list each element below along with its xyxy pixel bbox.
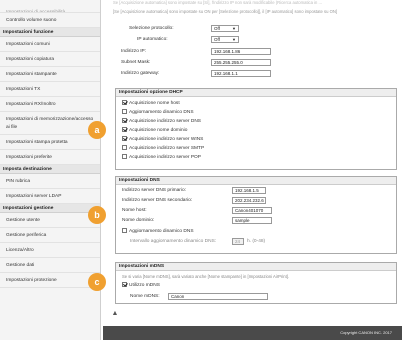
subnet-label: Subnet Mask: <box>121 60 151 65</box>
mdns-name-label: Nome mDNS: <box>130 294 160 299</box>
dhcp-title: Impostazioni opzione DHCP <box>116 89 396 97</box>
sidebar-item-pin[interactable]: PIN rubrica <box>0 174 100 189</box>
copyright: Copyright CANON INC. 2017 <box>340 330 392 335</box>
callout-badge-b: b <box>88 206 106 224</box>
dhcp-opt-smtp[interactable]: Acquisizione indirizzo server SMTP <box>122 145 204 152</box>
mdns-settings-panel: Impostazioni mDNS Se si varia [Nome mDNS… <box>115 262 397 304</box>
mdns-use[interactable]: Utilizzo mDNS <box>122 282 160 289</box>
sidebar-item-accessibility-cut[interactable]: Impostazioni di accessibilità <box>0 0 100 13</box>
sidebar-item-license[interactable]: Licenza/Altro <box>0 243 100 258</box>
dhcp-opt-hostname[interactable]: Acquisizione nome host <box>122 100 180 107</box>
dhcp-opt-dns-server[interactable]: Acquisizione indirizzo server DNS <box>122 118 201 125</box>
checkbox[interactable] <box>122 228 127 233</box>
dhcp-opt-domain[interactable]: Acquisizione nome dominio <box>122 127 187 134</box>
mdns-use-label: Utilizzo mDNS <box>129 283 160 288</box>
checkbox[interactable] <box>122 136 127 141</box>
ip-field[interactable]: 192.168.1.86 <box>211 48 271 55</box>
sidebar-item-copy[interactable]: Impostazioni copiatura <box>0 52 100 67</box>
sidebar: Impostazioni di accessibilità Controllo … <box>0 0 101 340</box>
sidebar-item-tx[interactable]: Impostazioni TX <box>0 82 100 97</box>
dns-host-field[interactable]: Canon401070 <box>232 207 272 214</box>
sidebar-item-common[interactable]: Impostazioni comuni <box>0 37 100 52</box>
sidebar-item-volume[interactable]: Controllo volume suono <box>0 13 100 28</box>
sidebar-section-functions: Impostazioni funzione <box>0 28 100 37</box>
main-panel: Se [Acquisizione automatica] sono impost… <box>88 0 402 340</box>
dhcp-opt-label: Acquisizione indirizzo server POP <box>129 155 201 160</box>
chevron-down-icon: ▼ <box>232 26 236 31</box>
top-note-line-2: [Se [Acquisizione automatica] sono impos… <box>113 9 338 14</box>
checkbox[interactable] <box>122 100 127 105</box>
checkbox[interactable] <box>122 145 127 150</box>
sidebar-item-favorites[interactable]: Impostazioni preferite <box>0 150 100 165</box>
sidebar-item-printer[interactable]: Impostazioni stampante <box>0 67 100 82</box>
sidebar-item-secure-print[interactable]: Impostazioni stampa protetta <box>0 135 100 150</box>
sidebar-item-data-mgmt[interactable]: Gestione dati <box>0 258 100 273</box>
checkbox[interactable] <box>122 154 127 159</box>
dhcp-opt-dyn-dns[interactable]: Aggiornamento dinamico DNS <box>122 109 194 116</box>
dns-interval-field[interactable]: 24 <box>232 238 244 245</box>
dns-host-label: Nome host: <box>122 208 147 213</box>
dhcp-opt-label: Acquisizione indirizzo server DNS <box>129 119 201 124</box>
dhcp-opt-wins[interactable]: Acquisizione indirizzo server WINS <box>122 136 203 143</box>
dns-primary-label: Indirizzo server DNS primario: <box>122 188 186 193</box>
checkbox[interactable] <box>122 109 127 114</box>
dns-domain-field[interactable]: sample <box>232 217 272 224</box>
protocol-label: Selezione protocollo: <box>129 26 174 31</box>
callout-badge-a: a <box>88 121 106 139</box>
checkbox[interactable] <box>122 118 127 123</box>
top-note-line-1: Se [Acquisizione automatica] sono impost… <box>113 0 323 5</box>
callout-badge-c: c <box>88 273 106 291</box>
dhcp-opt-label: Acquisizione nome host <box>129 101 180 106</box>
mdns-note: Se si varia [Nome mDNS], sarà variato an… <box>122 274 290 279</box>
dns-interval-label: Intervallo aggiornamento dinamico DNS: <box>130 239 217 244</box>
dns-secondary-field[interactable]: 202.234.232.6 <box>232 197 266 204</box>
dhcp-opt-pop[interactable]: Acquisizione indirizzo server POP <box>122 154 201 161</box>
mdns-title: Impostazioni mDNS <box>116 263 396 271</box>
sidebar-item-user-mgmt[interactable]: Gestione utente <box>0 213 100 228</box>
protocol-select[interactable]: Off ▼ <box>211 25 239 32</box>
subnet-field[interactable]: 255.255.255.0 <box>211 59 271 66</box>
dns-title: Impostazioni DNS <box>116 177 396 185</box>
auto-ip-select[interactable]: Off ▼ <box>211 36 239 43</box>
scroll-to-top-icon[interactable]: ▲ <box>111 310 119 318</box>
sidebar-section-destination: Imposta destinazione <box>0 165 100 174</box>
ip-label: Indirizzo IP: <box>121 49 147 54</box>
sidebar-item-ldap[interactable]: Impostazioni server LDAP <box>0 189 100 204</box>
dhcp-opt-label: Acquisizione indirizzo server WINS <box>129 137 204 142</box>
dns-domain-label: Nome dominio: <box>122 218 155 223</box>
sidebar-section-management: Impostazioni gestione <box>0 204 100 213</box>
dns-secondary-label: Indirizzo server DNS secondario: <box>122 198 193 203</box>
top-note: Se [Acquisizione automatica] sono impost… <box>113 0 393 14</box>
footer: Copyright CANON INC. 2017 <box>103 326 402 340</box>
chevron-down-icon: ▼ <box>232 37 236 42</box>
dns-settings-panel: Impostazioni DNS Indirizzo server DNS pr… <box>115 176 397 254</box>
auto-ip-value: Off <box>214 37 220 42</box>
checkbox[interactable] <box>122 127 127 132</box>
protocol-value: Off <box>214 26 220 31</box>
sidebar-item-rx[interactable]: Impostazioni RX/Inoltro <box>0 97 100 112</box>
dhcp-opt-label: Acquisizione indirizzo server SMTP <box>129 146 205 151</box>
dns-interval-unit: h. (0-48) <box>247 239 266 244</box>
dns-dynamic-label: Aggiornamento dinamico DNS <box>129 229 194 234</box>
gateway-field[interactable]: 192.168.1.1 <box>211 70 271 77</box>
sidebar-item-storage[interactable]: Impostazioni di memorizzazione/accesso a… <box>0 112 100 135</box>
dns-primary-field[interactable]: 192.168.1.5 <box>232 187 266 194</box>
dhcp-opt-label: Aggiornamento dinamico DNS <box>129 110 194 115</box>
sidebar-item-security[interactable]: Impostazioni protezione <box>0 273 100 288</box>
sidebar-item-device-mgmt[interactable]: Gestione periferica <box>0 228 100 243</box>
gateway-label: Indirizzo gateway: <box>121 71 160 76</box>
checkbox[interactable] <box>122 282 127 287</box>
dhcp-options-panel: Impostazioni opzione DHCP Acquisizione n… <box>115 88 397 170</box>
mdns-name-field[interactable]: Canon <box>168 293 268 300</box>
dhcp-opt-label: Acquisizione nome dominio <box>129 128 188 133</box>
dns-dynamic-update[interactable]: Aggiornamento dinamico DNS <box>122 228 194 235</box>
auto-ip-label: IP automatico: <box>137 37 168 42</box>
